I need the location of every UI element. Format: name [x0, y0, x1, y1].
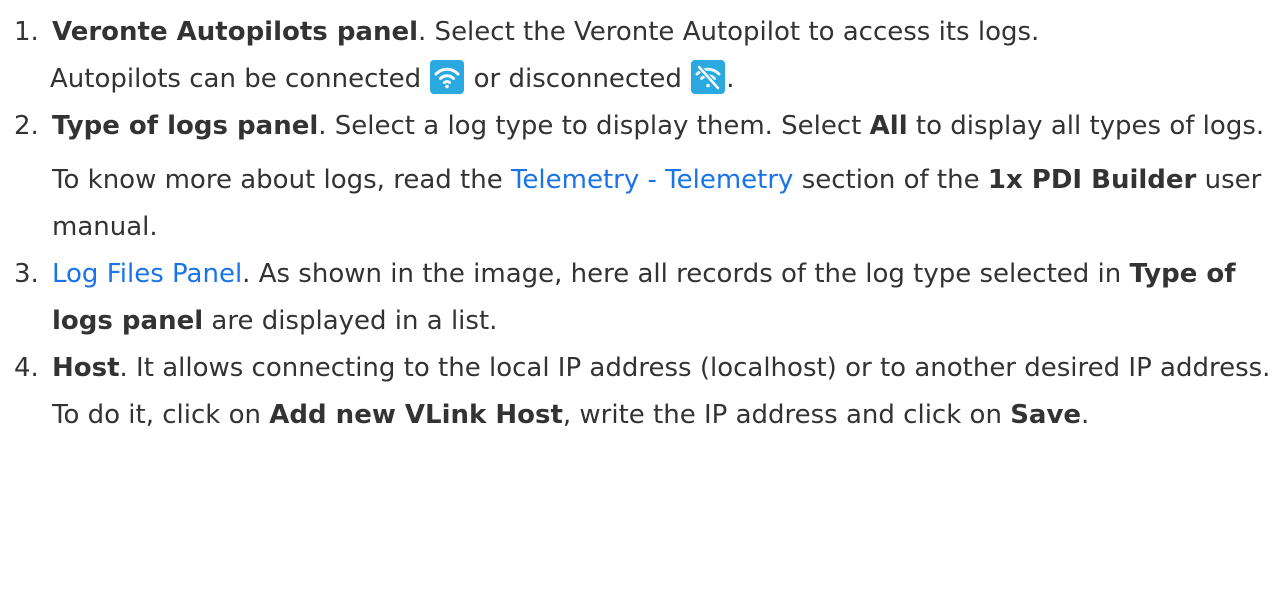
list-item-autopilots: 1. Veronte Autopilots panel. Select the …	[0, 0, 1278, 103]
wifi-connected-icon	[430, 60, 465, 94]
item-title: Type of logs panel	[52, 111, 319, 141]
item-number: 4.	[14, 353, 39, 383]
item-subtext: Autopilots can be connected or disconnec…	[50, 56, 1278, 103]
item-title: Host	[52, 353, 120, 383]
instruction-list: 1. Veronte Autopilots panel. Select the …	[0, 0, 1278, 439]
wifi-disconnected-icon	[691, 60, 726, 94]
list-item-host: 4. Host. It allows connecting to the loc…	[0, 345, 1278, 439]
item-text: Log Files Panel. As shown in the image, …	[52, 259, 1236, 336]
item-number: 1.	[14, 17, 39, 47]
list-item-log-files: 3. Log Files Panel. As shown in the imag…	[0, 251, 1278, 345]
item-number: 3.	[14, 259, 39, 289]
item-number: 2.	[14, 111, 39, 141]
telemetry-link[interactable]: Telemetry - Telemetry	[511, 165, 793, 195]
log-files-panel-link[interactable]: Log Files Panel	[52, 259, 242, 289]
item-note: To know more about logs, read the Teleme…	[52, 165, 1262, 242]
item-text: Veronte Autopilots panel. Select the Ver…	[52, 17, 1040, 47]
list-item-log-types: 2. Type of logs panel. Select a log type…	[0, 103, 1278, 251]
item-title: Veronte Autopilots panel	[52, 17, 419, 47]
item-text: Type of logs panel. Select a log type to…	[52, 111, 1265, 141]
item-text: Host. It allows connecting to the local …	[52, 353, 1271, 430]
